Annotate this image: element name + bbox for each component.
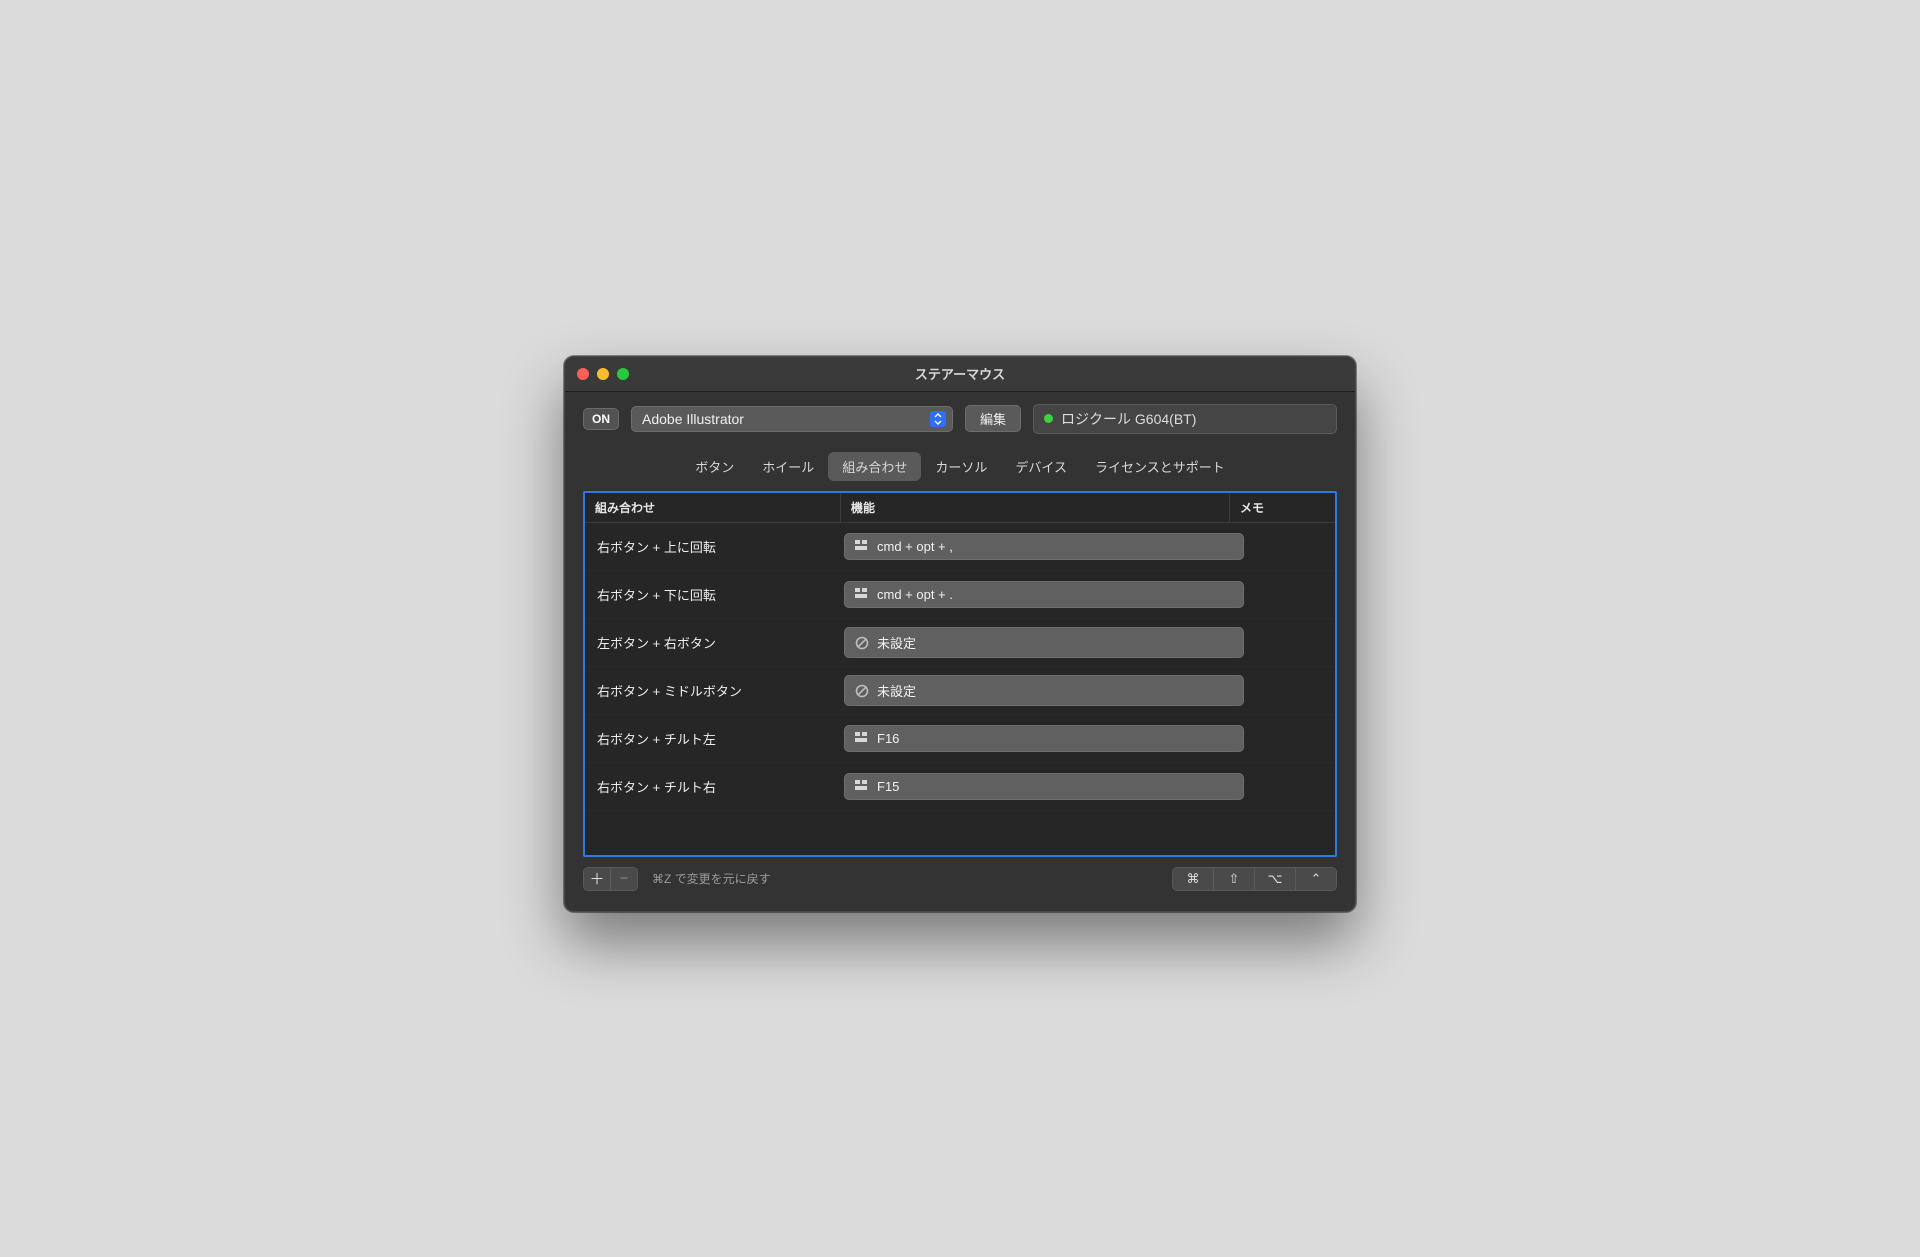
table-row[interactable]: 右ボタン + チルト右 F15 [585,763,1335,811]
function-selector[interactable]: F15 [844,773,1244,800]
toolbar: ON Adobe Illustrator 編集 ロジクール G604(BT) [565,392,1355,438]
modifier-cmd[interactable]: ⌘ [1173,868,1213,890]
add-remove-group: ＋ − [583,867,638,891]
app-select[interactable]: Adobe Illustrator [631,406,953,432]
on-toggle[interactable]: ON [583,408,619,430]
combo-label: 右ボタン + チルト右 [585,763,844,810]
app-select-label: Adobe Illustrator [642,411,744,427]
combo-label: 右ボタン + チルト左 [585,715,844,762]
table-row[interactable]: 左ボタン + 右ボタン 未設定 [585,619,1335,667]
tab-4[interactable]: デバイス [1001,452,1081,481]
tab-bar: ボタンホイール組み合わせカーソルデバイスライセンスとサポート [565,452,1355,481]
function-selector[interactable]: 未設定 [844,675,1244,706]
combination-table: 組み合わせ 機能 メモ 右ボタン + 上に回転cmd + opt + ,右ボタン… [583,491,1337,857]
add-button[interactable]: ＋ [584,868,610,890]
zoom-icon[interactable] [617,368,629,380]
shortcut-icon [855,732,869,744]
function-label: cmd + opt + , [877,539,953,554]
function-label: 未設定 [877,681,916,700]
table-header: 組み合わせ 機能 メモ [585,493,1335,523]
table-spacer [585,811,1335,855]
table-row[interactable]: 右ボタン + 上に回転 cmd + opt + , [585,523,1335,571]
function-cell: cmd + opt + , [844,525,1250,568]
chevron-updown-icon [930,411,946,427]
function-cell: F16 [844,717,1250,760]
tab-3[interactable]: カーソル [921,452,1001,481]
device-indicator[interactable]: ロジクール G604(BT) [1033,404,1337,434]
combo-label: 右ボタン + ミドルボタン [585,667,844,714]
titlebar: ステアーマウス [565,357,1355,392]
function-cell: cmd + opt + . [844,573,1250,616]
col-function: 機能 [841,493,1230,522]
function-label: F15 [877,779,899,794]
combo-label: 左ボタン + 右ボタン [585,619,844,666]
function-cell: 未設定 [844,667,1250,714]
close-icon[interactable] [577,368,589,380]
unset-icon [855,684,869,696]
col-memo: メモ [1230,493,1335,522]
function-label: 未設定 [877,633,916,652]
unset-icon [855,636,869,648]
undo-hint: ⌘Z で変更を元に戻す [652,870,771,887]
table-row[interactable]: 右ボタン + チルト左 F16 [585,715,1335,763]
footer: ＋ − ⌘Z で変更を元に戻す ⌘⇧⌥⌃ [565,857,1355,911]
function-selector[interactable]: F16 [844,725,1244,752]
tab-0[interactable]: ボタン [681,452,748,481]
function-label: F16 [877,731,899,746]
status-led-icon [1044,414,1053,423]
shortcut-icon [855,588,869,600]
traffic-lights [577,368,629,380]
col-combo: 組み合わせ [585,493,841,522]
edit-button[interactable]: 編集 [965,405,1021,432]
modifier-control[interactable]: ⌃ [1295,868,1336,890]
tab-5[interactable]: ライセンスとサポート [1081,452,1239,481]
modifier-option[interactable]: ⌥ [1254,868,1295,890]
app-window: ステアーマウス ON Adobe Illustrator 編集 ロジクール G6… [564,356,1356,912]
minimize-icon[interactable] [597,368,609,380]
shortcut-icon [855,780,869,792]
function-cell: F15 [844,765,1250,808]
function-label: cmd + opt + . [877,587,953,602]
function-cell: 未設定 [844,619,1250,666]
window-title: ステアーマウス [565,364,1355,383]
tab-2[interactable]: 組み合わせ [828,452,921,481]
device-name: ロジクール G604(BT) [1061,409,1196,429]
tab-1[interactable]: ホイール [748,452,828,481]
function-selector[interactable]: 未設定 [844,627,1244,658]
table-row[interactable]: 右ボタン + ミドルボタン 未設定 [585,667,1335,715]
function-selector[interactable]: cmd + opt + . [844,581,1244,608]
function-selector[interactable]: cmd + opt + , [844,533,1244,560]
shortcut-icon [855,540,869,552]
combo-label: 右ボタン + 下に回転 [585,571,844,618]
modifier-shift[interactable]: ⇧ [1213,868,1254,890]
table-row[interactable]: 右ボタン + 下に回転 cmd + opt + . [585,571,1335,619]
combo-label: 右ボタン + 上に回転 [585,523,844,570]
modifier-bar: ⌘⇧⌥⌃ [1172,867,1337,891]
remove-button[interactable]: − [610,868,637,890]
